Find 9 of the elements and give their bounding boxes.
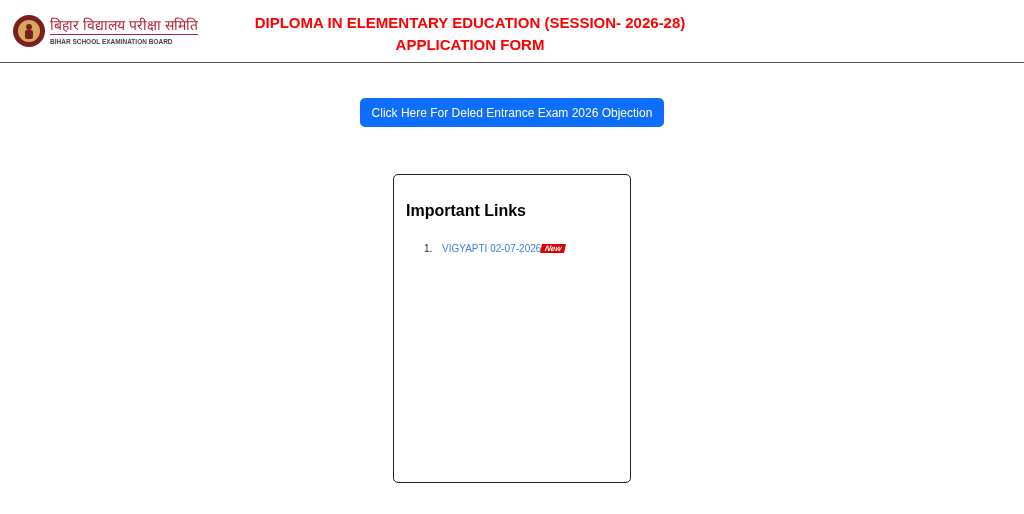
objection-button[interactable]: Click Here For Deled Entrance Exam 2026 Objection <box>359 98 665 127</box>
page-title: DIPLOMA IN ELEMENTARY EDUCATION (SESSION- 2026-28) <box>254 13 686 33</box>
card-title: Important Links <box>406 201 527 221</box>
vigyapti-link[interactable]: VIGYAPTI 02-07-2026 <box>442 241 542 256</box>
new-badge: New <box>540 244 567 253</box>
logo-hindi-text: बिहार विद्यालय परीक्षा समिति <box>50 15 198 35</box>
emblem-icon <box>12 14 46 48</box>
page-title: APPLICATION FORM <box>395 35 545 55</box>
list-number: 1. <box>424 242 434 256</box>
